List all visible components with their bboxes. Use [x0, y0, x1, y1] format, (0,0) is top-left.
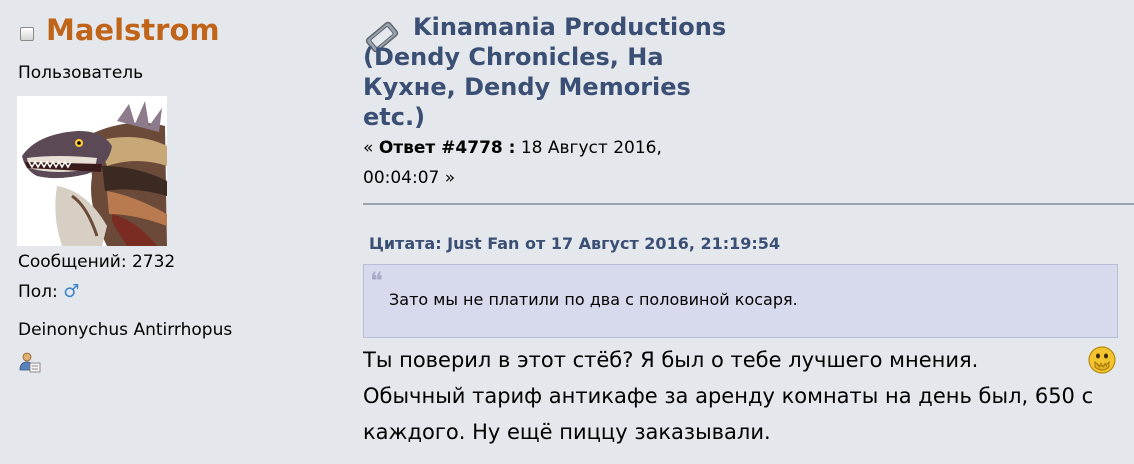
- avatar: [17, 96, 167, 246]
- meta-prefix: «: [363, 138, 374, 158]
- post-body: Ты поверил в этот стёб? Я был о тебе луч…: [363, 342, 1133, 450]
- username-link[interactable]: Maelstrom: [46, 13, 220, 47]
- post: Kinamania Productions (Dendy Chronicles,…: [363, 0, 1134, 464]
- post-body-line1: Ты поверил в этот стёб? Я был о тебе луч…: [363, 348, 979, 372]
- post-body-line2: Обычный тариф антикафе за аренду комнаты…: [363, 384, 1094, 444]
- divider: [363, 203, 1134, 205]
- member-group: Пользователь: [18, 63, 144, 83]
- personal-text: Deinonychus Antirrhopus: [18, 320, 233, 340]
- dinosaur-avatar-image: [17, 96, 167, 246]
- quote-header-link[interactable]: Цитата: Just Fan от 17 Август 2016, 21:1…: [369, 234, 780, 253]
- view-profile-icon[interactable]: [19, 351, 41, 373]
- post-count: Сообщений: 2732: [18, 252, 176, 272]
- topic-title-link[interactable]: Kinamania Productions (Dendy Chronicles,…: [363, 12, 743, 132]
- quote-text: Зато мы не платили по два с половиной ко…: [389, 290, 798, 309]
- gender-row: Пол: ♂: [18, 281, 79, 302]
- meta-suffix: »: [444, 168, 456, 188]
- post-meta: « Ответ #4778 : 18 Август 2016, 00:04:07…: [363, 133, 743, 193]
- quote-mark-icon: ❝: [370, 267, 383, 295]
- offline-status-icon: [20, 27, 34, 41]
- gender-label: Пол:: [18, 282, 58, 302]
- reply-number-link[interactable]: Ответ #4778 :: [379, 138, 516, 158]
- poster-info: Maelstrom Пользователь Сообщений: 2732 П…: [0, 0, 330, 464]
- male-gender-icon: ♂: [63, 281, 80, 302]
- facepalm-smiley-icon: [1088, 346, 1116, 374]
- quote-block: ❝ Зато мы не платили по два с половиной …: [363, 264, 1118, 338]
